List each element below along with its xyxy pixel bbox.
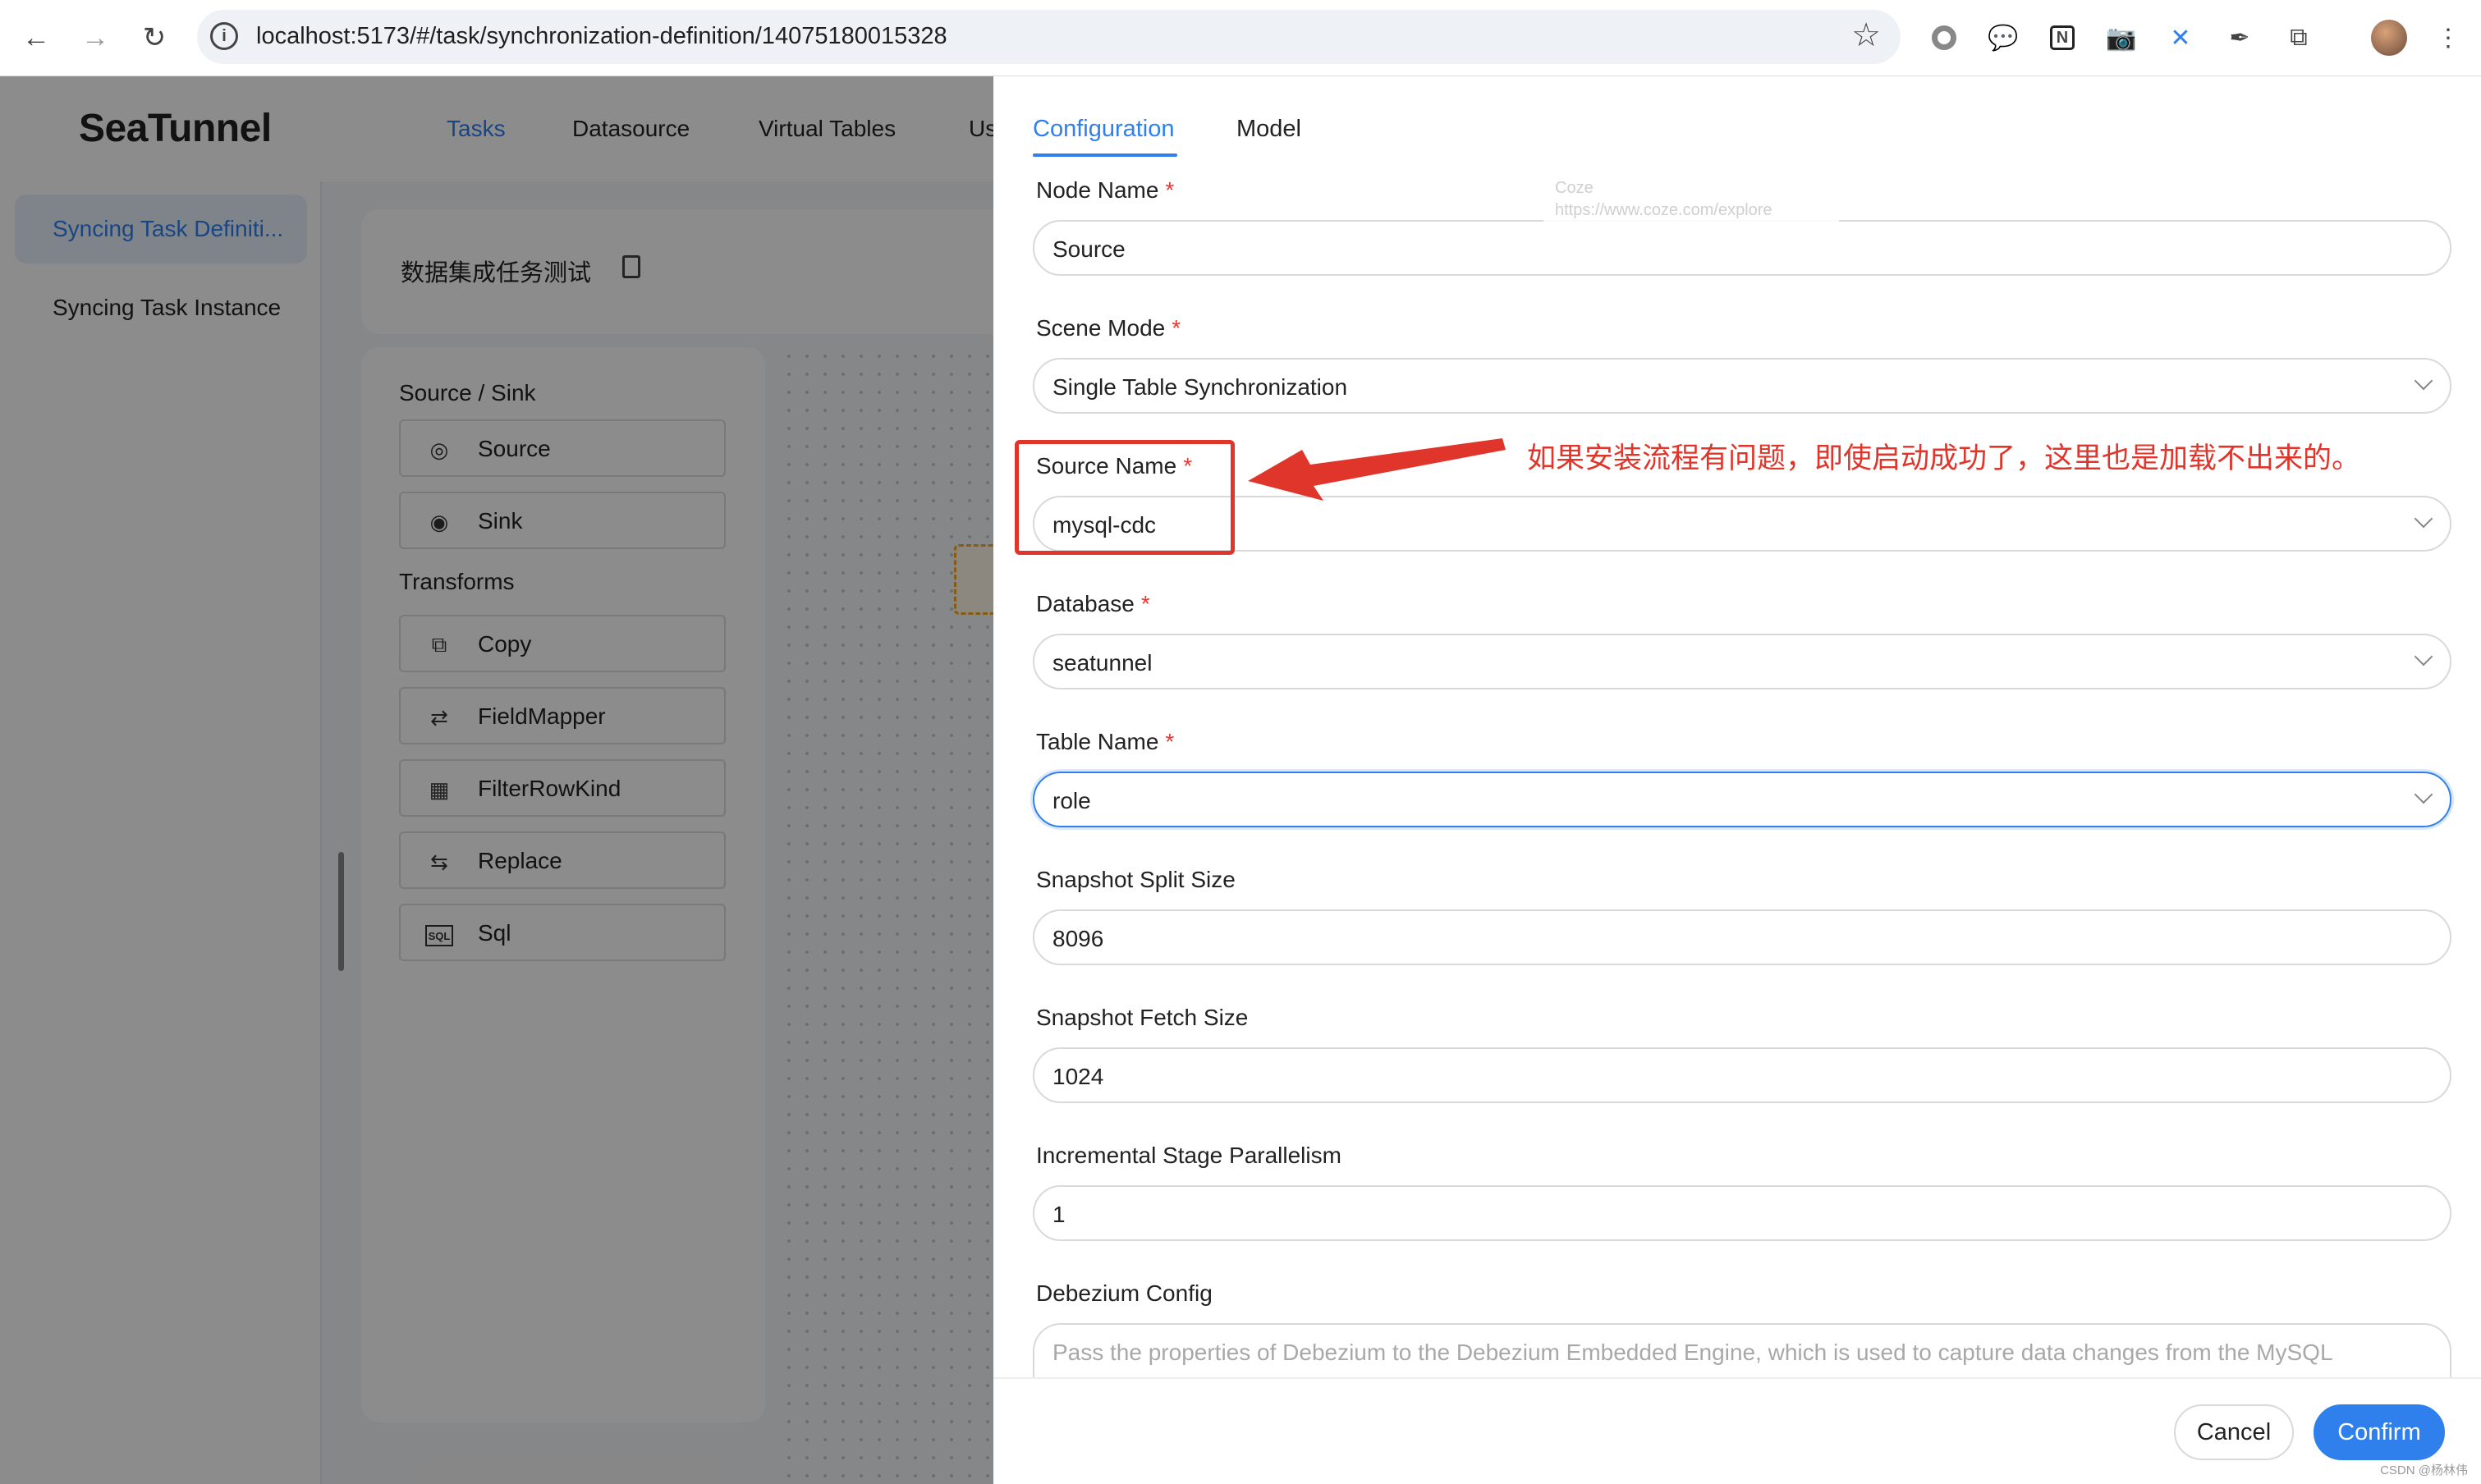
- scene-mode-select[interactable]: Single Table Synchronization: [1033, 358, 2451, 414]
- reload-icon[interactable]: ↻: [135, 18, 174, 57]
- camera-extension-icon[interactable]: 📷: [2103, 20, 2139, 56]
- node-name-input[interactable]: Source: [1033, 220, 2451, 276]
- forward-icon[interactable]: →: [76, 18, 115, 57]
- watermark: CSDN @杨林伟: [2380, 1463, 2468, 1477]
- confirm-button[interactable]: Confirm: [2314, 1404, 2445, 1460]
- snapshot-split-size-input[interactable]: 8096: [1033, 909, 2451, 965]
- annotation-text: 如果安装流程有问题，即使启动成功了，这里也是加载不出来的。: [1527, 442, 2361, 474]
- profile-avatar[interactable]: [2371, 20, 2407, 56]
- snapshot-split-size-label: Snapshot Split Size: [1036, 867, 1236, 892]
- chevron-down-icon: [2414, 647, 2433, 666]
- chevron-down-icon: [2414, 371, 2433, 391]
- chat-extension-icon[interactable]: 💬: [1985, 20, 2021, 56]
- drawer-footer-divider: [993, 1377, 2481, 1379]
- annotation-arrow: [1248, 438, 1506, 501]
- scene-mode-label: Scene Mode *: [1036, 315, 1181, 341]
- record-extension-icon[interactable]: [1926, 20, 1962, 56]
- x-extension-icon[interactable]: ✕: [2162, 20, 2199, 56]
- url-text[interactable]: localhost:5173/#/task/synchronization-de…: [256, 23, 947, 50]
- annotation-highlight-box: [1015, 440, 1235, 555]
- database-select[interactable]: seatunnel: [1033, 634, 2451, 689]
- eyedropper-extension-icon[interactable]: ✒: [2222, 20, 2258, 56]
- chevron-down-icon: [2414, 509, 2433, 529]
- node-name-label: Node Name *: [1036, 177, 1175, 203]
- bookmark-star-icon[interactable]: ☆: [1851, 16, 1881, 54]
- table-name-label: Table Name *: [1036, 729, 1175, 754]
- node-config-drawer: Configuration Model Node Name * Source Sc…: [993, 76, 2481, 1484]
- modal-mask[interactable]: [0, 76, 993, 1484]
- back-icon[interactable]: ←: [16, 18, 56, 57]
- snapshot-fetch-size-label: Snapshot Fetch Size: [1036, 1005, 1249, 1030]
- browser-menu-icon[interactable]: ⋮: [2430, 20, 2466, 56]
- debezium-config-label: Debezium Config: [1036, 1280, 1213, 1306]
- coze-tooltip: Coze https://www.coze.com/explore: [1543, 171, 1839, 228]
- cancel-button[interactable]: Cancel: [2174, 1404, 2294, 1460]
- debezium-config-textarea[interactable]: Pass the properties of Debezium to the D…: [1033, 1323, 2451, 1377]
- notion-extension-icon[interactable]: N: [2044, 20, 2080, 56]
- tab-model[interactable]: Model: [1236, 116, 1301, 143]
- incremental-parallelism-input[interactable]: 1: [1033, 1185, 2451, 1241]
- active-tab-indicator: [1033, 153, 1177, 157]
- tab-configuration[interactable]: Configuration: [1033, 116, 1175, 143]
- site-info-icon[interactable]: i: [210, 22, 238, 50]
- database-label: Database *: [1036, 591, 1150, 616]
- extensions-puzzle-icon[interactable]: ⧉: [2281, 20, 2317, 56]
- snapshot-fetch-size-input[interactable]: 1024: [1033, 1047, 2451, 1103]
- source-name-select[interactable]: mysql-cdc: [1033, 496, 2451, 552]
- chevron-down-icon: [2414, 785, 2433, 804]
- incremental-parallelism-label: Incremental Stage Parallelism: [1036, 1143, 1341, 1168]
- table-name-select[interactable]: role: [1033, 772, 2451, 827]
- browser-toolbar: ← → ↻ i localhost:5173/#/task/synchroniz…: [0, 0, 2481, 76]
- address-bar[interactable]: i localhost:5173/#/task/synchronization-…: [197, 10, 1901, 64]
